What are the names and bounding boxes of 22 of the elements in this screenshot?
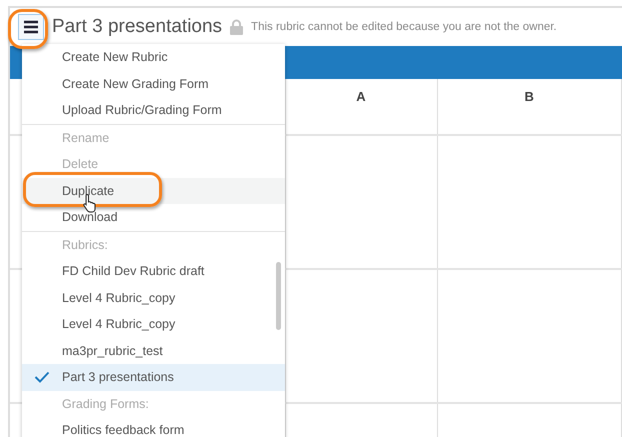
lock-icon — [230, 19, 244, 35]
menu-item[interactable]: Level 4 Rubric_copy — [22, 284, 285, 311]
menu-item[interactable]: Upload Rubric/Grading Form — [22, 97, 285, 124]
notice-text: This rubric cannot be edited because you are not the owner. — [251, 21, 557, 33]
menu-item[interactable]: Level 4 Rubric_copy — [22, 311, 285, 338]
menu-icon — [23, 20, 39, 34]
menu-item[interactable]: Part 3 presentations — [22, 364, 285, 390]
column-header: B — [437, 79, 622, 135]
menu-item[interactable]: Duplicate — [22, 178, 285, 204]
menu-button[interactable] — [18, 14, 44, 40]
menu-item[interactable]: ma3pr_rubric_test — [22, 338, 285, 364]
menu-group-label: Rubrics: — [61, 236, 109, 254]
menu-item[interactable]: Create New Rubric — [22, 44, 285, 70]
scrollbar[interactable] — [276, 262, 281, 330]
menu-item[interactable]: FD Child Dev Rubric draft — [22, 258, 285, 284]
highlight-outline — [8, 9, 48, 49]
menu-group-label: Grading Forms: — [61, 396, 150, 413]
checkmark-icon — [34, 371, 50, 383]
menu-item[interactable]: Politics feedback form — [22, 417, 285, 437]
menu-item[interactable]: Download — [22, 204, 285, 230]
menu-item[interactable]: Create New Grading Form — [22, 70, 285, 97]
rubric-title: Part 3 presentations — [52, 16, 222, 38]
